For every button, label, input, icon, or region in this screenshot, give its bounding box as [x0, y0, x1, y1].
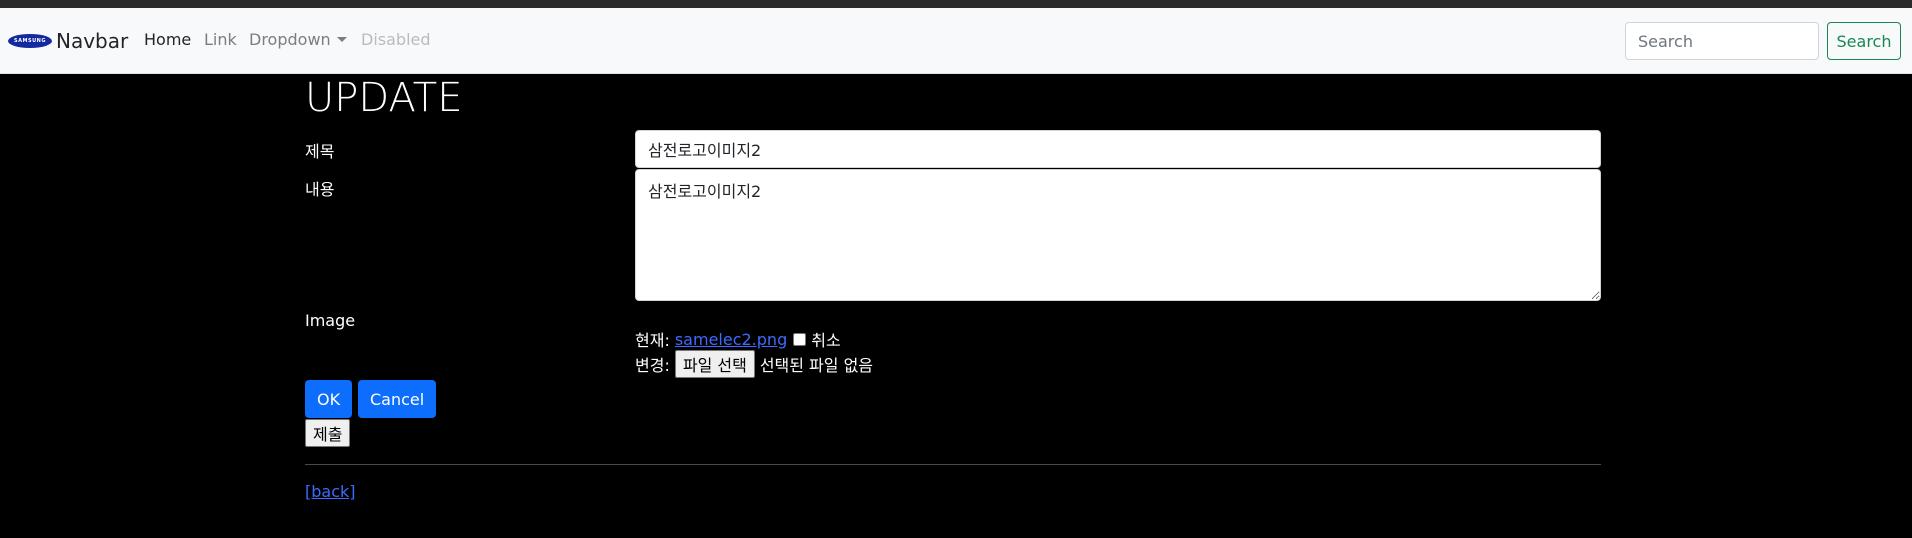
back-link[interactable]: [back] — [305, 482, 356, 501]
delete-image-checkbox[interactable] — [793, 332, 807, 346]
navbar-brand[interactable]: SAMSUNG Navbar — [8, 29, 128, 53]
content-label: 내용 — [305, 180, 335, 199]
nav-dropdown-label: Dropdown — [249, 30, 331, 49]
brand-text: Navbar — [56, 29, 129, 53]
current-label: 현재: — [635, 331, 670, 350]
image-label: Image — [305, 311, 356, 330]
change-image-row: 변경: 파일 선택 선택된 파일 없음 — [635, 350, 873, 378]
navbar: SAMSUNG Navbar Home Link Dropdown Disabl… — [0, 8, 1912, 74]
nav-dropdown[interactable]: Dropdown — [249, 30, 347, 49]
current-image-row: 현재: samelec2.png 취소 — [635, 327, 841, 351]
content-textarea[interactable]: 삼전로고이미지2 — [635, 169, 1601, 301]
nav-disabled: Disabled — [361, 30, 431, 49]
submit-button[interactable]: 제출 — [305, 419, 351, 447]
nav-home[interactable]: Home — [144, 30, 191, 49]
browser-top-strip — [0, 0, 1912, 8]
file-status-text: 선택된 파일 없음 — [759, 356, 874, 375]
title-input[interactable] — [635, 130, 1601, 168]
current-file-link[interactable]: samelec2.png — [675, 330, 787, 349]
samsung-logo-icon: SAMSUNG — [8, 34, 52, 48]
search-input[interactable] — [1625, 22, 1819, 60]
delete-image-label: 취소 — [811, 331, 841, 350]
logo-text: SAMSUNG — [14, 38, 46, 44]
title-label: 제목 — [305, 142, 335, 161]
change-label: 변경: — [635, 356, 670, 375]
divider — [305, 464, 1601, 465]
caret-down-icon — [336, 37, 347, 42]
search-button[interactable]: Search — [1827, 22, 1901, 60]
ok-button[interactable]: OK — [305, 380, 353, 418]
file-select-button[interactable]: 파일 선택 — [674, 350, 755, 378]
cancel-button[interactable]: Cancel — [358, 380, 437, 418]
page-title: UPDATE — [305, 75, 463, 121]
nav-link[interactable]: Link — [204, 30, 237, 49]
